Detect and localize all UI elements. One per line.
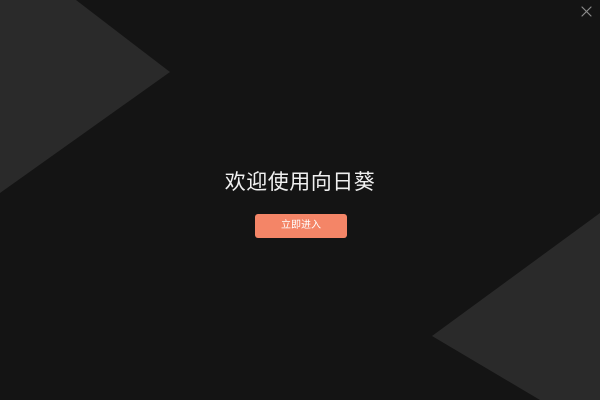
- enter-now-button[interactable]: 立即进入: [255, 214, 347, 238]
- welcome-content: 欢迎使用向日葵 立即进入: [0, 0, 600, 400]
- welcome-window: 欢迎使用向日葵 立即进入: [0, 0, 600, 400]
- welcome-title: 欢迎使用向日葵: [224, 170, 376, 194]
